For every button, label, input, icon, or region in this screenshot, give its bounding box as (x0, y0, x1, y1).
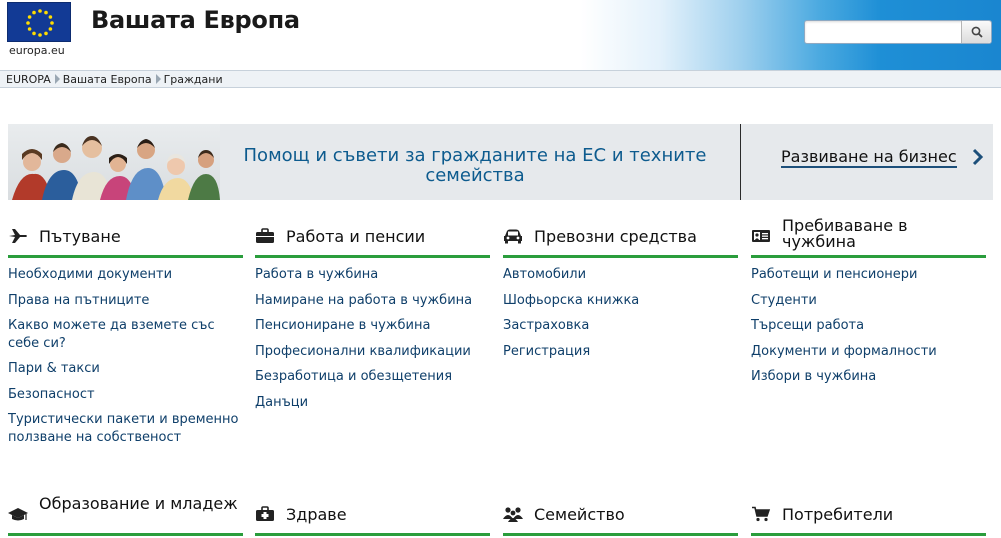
section-link[interactable]: Шофьорска книжка (503, 293, 639, 308)
list-item[interactable]: Студенти (751, 292, 986, 310)
list-item[interactable]: Туристически пакети и временно ползване … (8, 411, 243, 446)
section-link[interactable]: Пенсиониране в чужбина (255, 318, 430, 333)
car-icon (504, 229, 522, 244)
family-icon (503, 507, 523, 522)
list-item[interactable]: Данъци (255, 394, 490, 412)
section-link[interactable]: Туристически пакети и временно ползване … (8, 412, 238, 445)
breadcrumb-item-europa[interactable]: EUROPA (6, 73, 51, 86)
eu-stars-icon (26, 9, 54, 37)
section-title[interactable]: Здраве (286, 507, 347, 523)
section-health: Здраве (255, 498, 490, 536)
section-title[interactable]: Пребиваване в чужбина (782, 218, 986, 250)
id-card-icon (752, 230, 770, 242)
section-link[interactable]: Необходими документи (8, 267, 172, 282)
section-links: Необходими документи Права на пътниците … (8, 258, 243, 446)
section-link[interactable]: Застраховка (503, 318, 589, 333)
shopping-cart-icon (752, 506, 771, 522)
list-item[interactable]: Безработица и обезщетения (255, 368, 490, 386)
breadcrumb-separator-icon (155, 74, 161, 84)
section-link[interactable]: Пари & такси (8, 361, 100, 376)
section-residence-abroad: Пребиваване в чужбина Работещи и пенсион… (751, 218, 986, 394)
section-header: Пътуване (8, 220, 243, 258)
list-item[interactable]: Права на пътниците (8, 292, 243, 310)
section-vehicles: Превозни средства Автомобили Шофьорска к… (503, 220, 738, 368)
section-header: Превозни средства (503, 220, 738, 258)
list-item[interactable]: Избори в чужбина (751, 368, 986, 386)
list-item[interactable]: Пенсиониране в чужбина (255, 317, 490, 335)
section-header: Пребиваване в чужбина (751, 218, 986, 258)
list-item[interactable]: Работа в чужбина (255, 266, 490, 284)
section-title[interactable]: Потребители (782, 507, 893, 523)
section-link[interactable]: Права на пътниците (8, 293, 149, 308)
section-link[interactable]: Документи и формалности (751, 344, 937, 359)
breadcrumb-separator-icon (54, 74, 60, 84)
section-work-and-pensions: Работа и пенсии Работа в чужбина Намиран… (255, 220, 490, 419)
chevron-right-icon[interactable] (971, 147, 985, 167)
section-link[interactable]: Регистрация (503, 344, 590, 359)
section-link[interactable]: Какво можете да вземете със себе си? (8, 318, 215, 351)
section-link[interactable]: Автомобили (503, 267, 586, 282)
list-item[interactable]: Необходими документи (8, 266, 243, 284)
section-title[interactable]: Работа и пенсии (286, 229, 425, 245)
graduation-cap-icon (8, 508, 28, 521)
list-item[interactable]: Документи и формалности (751, 343, 986, 361)
section-education-and-youth: Образование и младеж (8, 496, 243, 536)
list-item[interactable]: Пари & такси (8, 360, 243, 378)
section-link[interactable]: Търсещи работа (751, 318, 864, 333)
search-input[interactable] (809, 24, 959, 40)
section-header: Потребители (751, 498, 986, 536)
airplane-icon (9, 229, 27, 243)
section-consumers: Потребители (751, 498, 986, 536)
section-link[interactable]: Намиране на работа в чужбина (255, 293, 472, 308)
breadcrumb-item-citizens: Граждани (163, 72, 223, 86)
people-group-image (8, 124, 220, 200)
section-link[interactable]: Работещи и пенсионери (751, 267, 918, 282)
list-item[interactable]: Какво можете да вземете със себе си? (8, 317, 243, 352)
list-item[interactable]: Работещи и пенсионери (751, 266, 986, 284)
list-item[interactable]: Застраховка (503, 317, 738, 335)
section-links: Автомобили Шофьорска книжка Застраховка … (503, 258, 738, 360)
breadcrumb: EUROPA Вашата Европа Граждани (0, 70, 1001, 88)
section-link[interactable]: Професионални квалификации (255, 344, 471, 359)
list-item[interactable]: Автомобили (503, 266, 738, 284)
section-links: Работа в чужбина Намиране на работа в чу… (255, 258, 490, 411)
section-header: Здраве (255, 498, 490, 536)
search-icon (971, 26, 983, 38)
site-header: europa.eu Вашата Европа (0, 0, 1001, 70)
section-title[interactable]: Пътуване (39, 229, 121, 245)
section-link[interactable]: Безопасност (8, 387, 95, 402)
list-item[interactable]: Намиране на работа в чужбина (255, 292, 490, 310)
section-link[interactable]: Избори в чужбина (751, 369, 876, 384)
list-item[interactable]: Регистрация (503, 343, 738, 361)
section-travel: Пътуване Необходими документи Права на п… (8, 220, 243, 454)
search-button[interactable] (961, 21, 991, 43)
section-title[interactable]: Образование и младеж (39, 496, 238, 512)
section-family: Семейство (503, 498, 738, 536)
list-item[interactable]: Професионални квалификации (255, 343, 490, 361)
citizens-banner: Помощ и съвети за гражданите на ЕС и тех… (8, 124, 993, 200)
list-item[interactable]: Търсещи работа (751, 317, 986, 335)
business-link[interactable]: Развиване на бизнес (781, 148, 957, 168)
section-link[interactable]: Безработица и обезщетения (255, 369, 452, 384)
section-title[interactable]: Превозни средства (534, 229, 697, 245)
list-item[interactable]: Безопасност (8, 386, 243, 404)
banner-divider (740, 124, 741, 200)
section-link[interactable]: Данъци (255, 395, 308, 410)
section-link[interactable]: Студенти (751, 293, 817, 308)
section-links: Работещи и пенсионери Студенти Търсещи р… (751, 258, 986, 386)
section-header: Семейство (503, 498, 738, 536)
briefcase-icon (256, 228, 274, 243)
section-link[interactable]: Работа в чужбина (255, 267, 378, 282)
site-title[interactable]: Вашата Европа (91, 6, 300, 34)
section-title[interactable]: Семейство (534, 507, 625, 523)
citizens-help-text: Помощ и съвети за гражданите на ЕС и тех… (243, 145, 707, 186)
section-header: Образование и младеж (8, 496, 243, 536)
medical-kit-icon (256, 506, 274, 521)
section-header: Работа и пенсии (255, 220, 490, 258)
breadcrumb-item-your-europe[interactable]: Вашата Европа (63, 73, 152, 86)
europa-logo-text[interactable]: europa.eu (9, 44, 65, 57)
list-item[interactable]: Шофьорска книжка (503, 292, 738, 310)
eu-flag-logo[interactable] (7, 2, 71, 42)
